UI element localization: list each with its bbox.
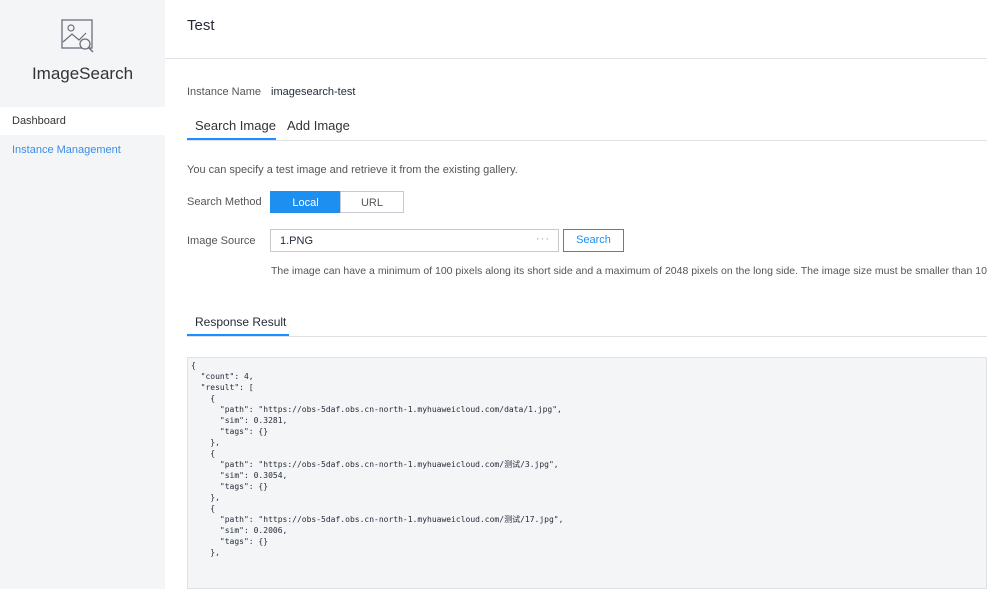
search-method-label: Search Method xyxy=(187,196,262,208)
main-content: Test Instance Name imagesearch-test Sear… xyxy=(165,0,987,589)
method-local-button[interactable]: Local xyxy=(270,191,341,213)
tab-response-result[interactable]: Response Result xyxy=(195,315,286,329)
code-line: { xyxy=(191,394,216,403)
response-code-block[interactable]: { "count": 4, "result": [ { "path": "htt… xyxy=(187,357,987,589)
instance-name-value: imagesearch-test xyxy=(271,86,356,98)
code-line: }, xyxy=(191,493,220,502)
search-description: You can specify a test image and retriev… xyxy=(187,164,518,176)
code-line: "result": [ xyxy=(191,383,254,392)
sidebar: ImageSearch Dashboard Instance Managemen… xyxy=(0,0,165,589)
instance-name-label: Instance Name xyxy=(187,86,261,98)
code-line: "tags": {} xyxy=(191,482,269,491)
code-line: "sim": 0.2006, xyxy=(191,526,288,535)
code-line: }, xyxy=(191,548,220,557)
response-tab-bar: Response Result xyxy=(187,308,987,337)
image-source-label: Image Source xyxy=(187,235,256,247)
sidebar-item-dashboard[interactable]: Dashboard xyxy=(0,107,165,135)
code-line: "path": "https://obs-5daf.obs.cn-north-1… xyxy=(191,405,562,414)
tab-add-image[interactable]: Add Image xyxy=(287,118,350,133)
sidebar-item-instance-management[interactable]: Instance Management xyxy=(0,136,165,164)
code-line: "path": "https://obs-5daf.obs.cn-north-1… xyxy=(191,515,564,524)
code-line: "tags": {} xyxy=(191,537,269,546)
divider xyxy=(165,58,987,59)
image-source-value: 1.PNG xyxy=(280,235,314,247)
image-search-icon xyxy=(61,19,94,53)
browse-more-icon[interactable]: ··· xyxy=(536,233,550,245)
tab-bar: Search Image Add Image xyxy=(187,112,987,141)
code-line: "tags": {} xyxy=(191,427,269,436)
page-title: Test xyxy=(187,17,215,34)
code-line: "path": "https://obs-5daf.obs.cn-north-1… xyxy=(191,460,559,469)
code-line: "sim": 0.3054, xyxy=(191,471,288,480)
active-tab-indicator xyxy=(187,138,276,140)
code-line: { xyxy=(191,361,196,370)
app-name: ImageSearch xyxy=(31,64,134,83)
code-line: { xyxy=(191,504,216,513)
search-button[interactable]: Search xyxy=(563,229,624,252)
code-line: }, xyxy=(191,438,220,447)
method-url-button[interactable]: URL xyxy=(340,191,404,213)
image-source-input[interactable]: 1.PNG ··· xyxy=(270,229,559,252)
tab-search-image[interactable]: Search Image xyxy=(195,118,276,133)
active-tab-indicator xyxy=(187,334,289,336)
code-line: "sim": 0.3281, xyxy=(191,416,288,425)
image-requirements-hint: The image can have a minimum of 100 pixe… xyxy=(271,265,987,277)
code-lines: { "count": 4, "result": [ { "path": "htt… xyxy=(188,358,986,558)
code-line: { xyxy=(191,449,216,458)
code-line: "count": 4, xyxy=(191,372,254,381)
